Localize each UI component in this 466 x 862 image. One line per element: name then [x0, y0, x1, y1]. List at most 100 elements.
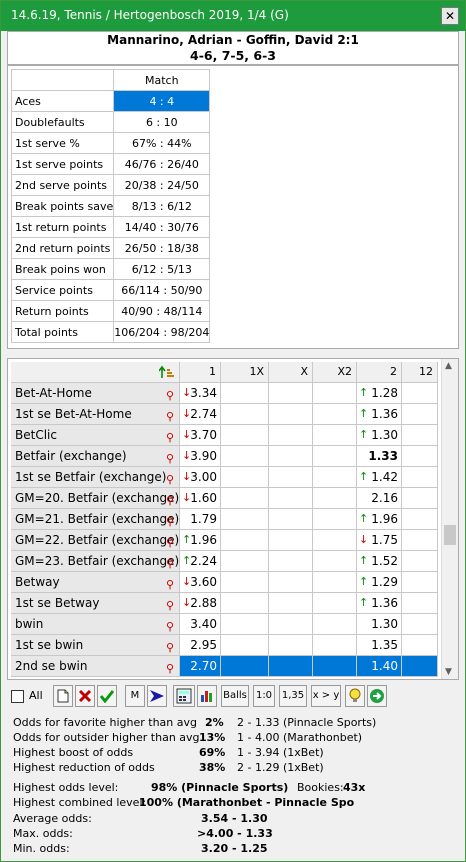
bookmaker-cell[interactable]: Betfair (exchange) ⚲: [11, 446, 180, 467]
bookmaker-cell[interactable]: GM=20. Betfair (exchange) ⚲: [11, 488, 180, 509]
odds-empty-cell[interactable]: [313, 488, 357, 509]
odds-home-cell[interactable]: ↓ 3.34: [180, 383, 221, 404]
odds-home-cell[interactable]: ↑ 1.96: [180, 530, 221, 551]
odds-empty-cell[interactable]: [402, 635, 438, 656]
odds-empty-cell[interactable]: [269, 509, 313, 530]
odds-away-cell[interactable]: ↓ 1.75: [357, 530, 402, 551]
odds-away-cell[interactable]: ↑ 1.30: [357, 425, 402, 446]
odds-away-cell[interactable]: ↑ 1.52: [357, 551, 402, 572]
odds-away-cell[interactable]: ↑ 1.36: [357, 404, 402, 425]
odds-empty-cell[interactable]: [221, 656, 269, 677]
stats-value[interactable]: 4 : 4: [113, 90, 211, 112]
calculator-button[interactable]: [173, 685, 195, 707]
stats-value[interactable]: 66/114 : 50/90: [113, 279, 211, 301]
odds-empty-cell[interactable]: [313, 425, 357, 446]
bookmaker-cell[interactable]: 1st se bwin ⚲: [11, 635, 180, 656]
odds-empty-cell[interactable]: [269, 425, 313, 446]
odds-empty-cell[interactable]: [313, 593, 357, 614]
bookmaker-cell[interactable]: BetClic ⚲: [11, 425, 180, 446]
col-1x-header[interactable]: 1X: [221, 362, 269, 383]
odds-empty-cell[interactable]: [402, 551, 438, 572]
odds-empty-cell[interactable]: [313, 467, 357, 488]
odds-row[interactable]: 1st se Betfair (exchange) ⚲ ↓ 3.00 ↑ 1.42: [11, 467, 438, 488]
odds-empty-cell[interactable]: [313, 656, 357, 677]
odds-away-cell[interactable]: ↑ 1.96: [357, 509, 402, 530]
odds-empty-cell[interactable]: [221, 488, 269, 509]
col-1-header[interactable]: 1: [180, 362, 221, 383]
stats-value[interactable]: 26/50 : 18/38: [113, 237, 211, 259]
odds-empty-cell[interactable]: [221, 467, 269, 488]
odds-empty-cell[interactable]: [313, 404, 357, 425]
odds-empty-cell[interactable]: [269, 383, 313, 404]
bookmaker-cell[interactable]: 1st se Bet-At-Home ⚲: [11, 404, 180, 425]
stats-value[interactable]: 14/40 : 30/76: [113, 216, 211, 238]
odds-empty-cell[interactable]: [221, 530, 269, 551]
odds-empty-cell[interactable]: [402, 467, 438, 488]
odds-home-cell[interactable]: 1.79: [180, 509, 221, 530]
odds-row[interactable]: 1st se bwin ⚲ 2.95 1.35: [11, 635, 438, 656]
odds-home-cell[interactable]: ↑ 2.24: [180, 551, 221, 572]
stats-value[interactable]: 46/76 : 26/40: [113, 153, 211, 175]
col-12-header[interactable]: 12: [402, 362, 438, 383]
col-2-header[interactable]: 2: [357, 362, 402, 383]
m-button[interactable]: M: [125, 685, 145, 707]
odds-empty-cell[interactable]: [269, 656, 313, 677]
hint-button[interactable]: [345, 685, 365, 707]
odds-empty-cell[interactable]: [313, 383, 357, 404]
new-document-button[interactable]: [53, 685, 73, 707]
odds-row[interactable]: bwin ⚲ 3.40 1.30: [11, 614, 438, 635]
odds-away-cell[interactable]: ↑ 1.42: [357, 467, 402, 488]
stats-value[interactable]: 8/13 : 6/12: [113, 195, 211, 217]
odds-row[interactable]: 1st se Bet-At-Home ⚲ ↓ 2.74 ↑ 1.36: [11, 404, 438, 425]
odds-empty-cell[interactable]: [313, 509, 357, 530]
odds-empty-cell[interactable]: [402, 404, 438, 425]
odds-row[interactable]: GM=20. Betfair (exchange) ⚲ ↓ 1.60 2.16: [11, 488, 438, 509]
bookmaker-cell[interactable]: 1st se Betfair (exchange) ⚲: [11, 467, 180, 488]
odds-empty-cell[interactable]: [221, 383, 269, 404]
odds-row[interactable]: 1st se Betway ⚲ ↓ 2.88 ↑ 1.36: [11, 593, 438, 614]
odds-empty-cell[interactable]: [313, 635, 357, 656]
odds-home-cell[interactable]: ↓ 3.60: [180, 572, 221, 593]
odds-row[interactable]: Betfair (exchange) ⚲ ↓ 3.90 1.33: [11, 446, 438, 467]
odds-away-cell[interactable]: 1.33: [357, 446, 402, 467]
odds-away-cell[interactable]: 2.16: [357, 488, 402, 509]
go-button[interactable]: [367, 685, 387, 707]
odds-empty-cell[interactable]: [402, 656, 438, 677]
odds-empty-cell[interactable]: [402, 530, 438, 551]
bookmaker-cell[interactable]: GM=23. Betfair (exchange) ⚲: [11, 551, 180, 572]
odds-row[interactable]: GM=21. Betfair (exchange) ⚲ 1.79 ↑ 1.96: [11, 509, 438, 530]
odds-home-cell[interactable]: ↓ 3.00: [180, 467, 221, 488]
odds-empty-cell[interactable]: [221, 572, 269, 593]
odds-empty-cell[interactable]: [402, 425, 438, 446]
odds-empty-cell[interactable]: [402, 383, 438, 404]
odds-home-cell[interactable]: ↓ 1.60: [180, 488, 221, 509]
odds-empty-cell[interactable]: [269, 572, 313, 593]
bookmaker-cell[interactable]: 2nd se bwin ⚲: [11, 656, 180, 677]
stats-value[interactable]: 67% : 44%: [113, 132, 211, 154]
odds-empty-cell[interactable]: [269, 635, 313, 656]
odds-home-cell[interactable]: ↓ 2.88: [180, 593, 221, 614]
odds-away-cell[interactable]: ↑ 1.28: [357, 383, 402, 404]
odds-away-cell[interactable]: 1.40: [357, 656, 402, 677]
odds-home-cell[interactable]: ↓ 2.74: [180, 404, 221, 425]
balls-button[interactable]: Balls: [221, 685, 249, 707]
chart-button[interactable]: [197, 685, 217, 707]
ratio-button[interactable]: 1:0: [253, 685, 275, 707]
scroll-down-icon[interactable]: ▼: [445, 667, 452, 677]
odds-empty-cell[interactable]: [269, 551, 313, 572]
delete-button[interactable]: [75, 685, 95, 707]
bookmaker-cell[interactable]: GM=21. Betfair (exchange) ⚲: [11, 509, 180, 530]
odds-row[interactable]: Bet-At-Home ⚲ ↓ 3.34 ↑ 1.28: [11, 383, 438, 404]
odds-empty-cell[interactable]: [269, 614, 313, 635]
compare-button[interactable]: x > y: [311, 685, 341, 707]
col-x-header[interactable]: X: [269, 362, 313, 383]
bookmaker-cell[interactable]: 1st se Betway ⚲: [11, 593, 180, 614]
odds-row[interactable]: Betway ⚲ ↓ 3.60 ↑ 1.29: [11, 572, 438, 593]
odds-empty-cell[interactable]: [269, 530, 313, 551]
odds-empty-cell[interactable]: [221, 635, 269, 656]
odds-empty-cell[interactable]: [402, 572, 438, 593]
stats-value[interactable]: 40/90 : 48/114: [113, 300, 211, 322]
odds-format-button[interactable]: 1,35: [279, 685, 307, 707]
stats-value[interactable]: 106/204 : 98/204: [113, 321, 211, 343]
odds-away-cell[interactable]: ↑ 1.29: [357, 572, 402, 593]
